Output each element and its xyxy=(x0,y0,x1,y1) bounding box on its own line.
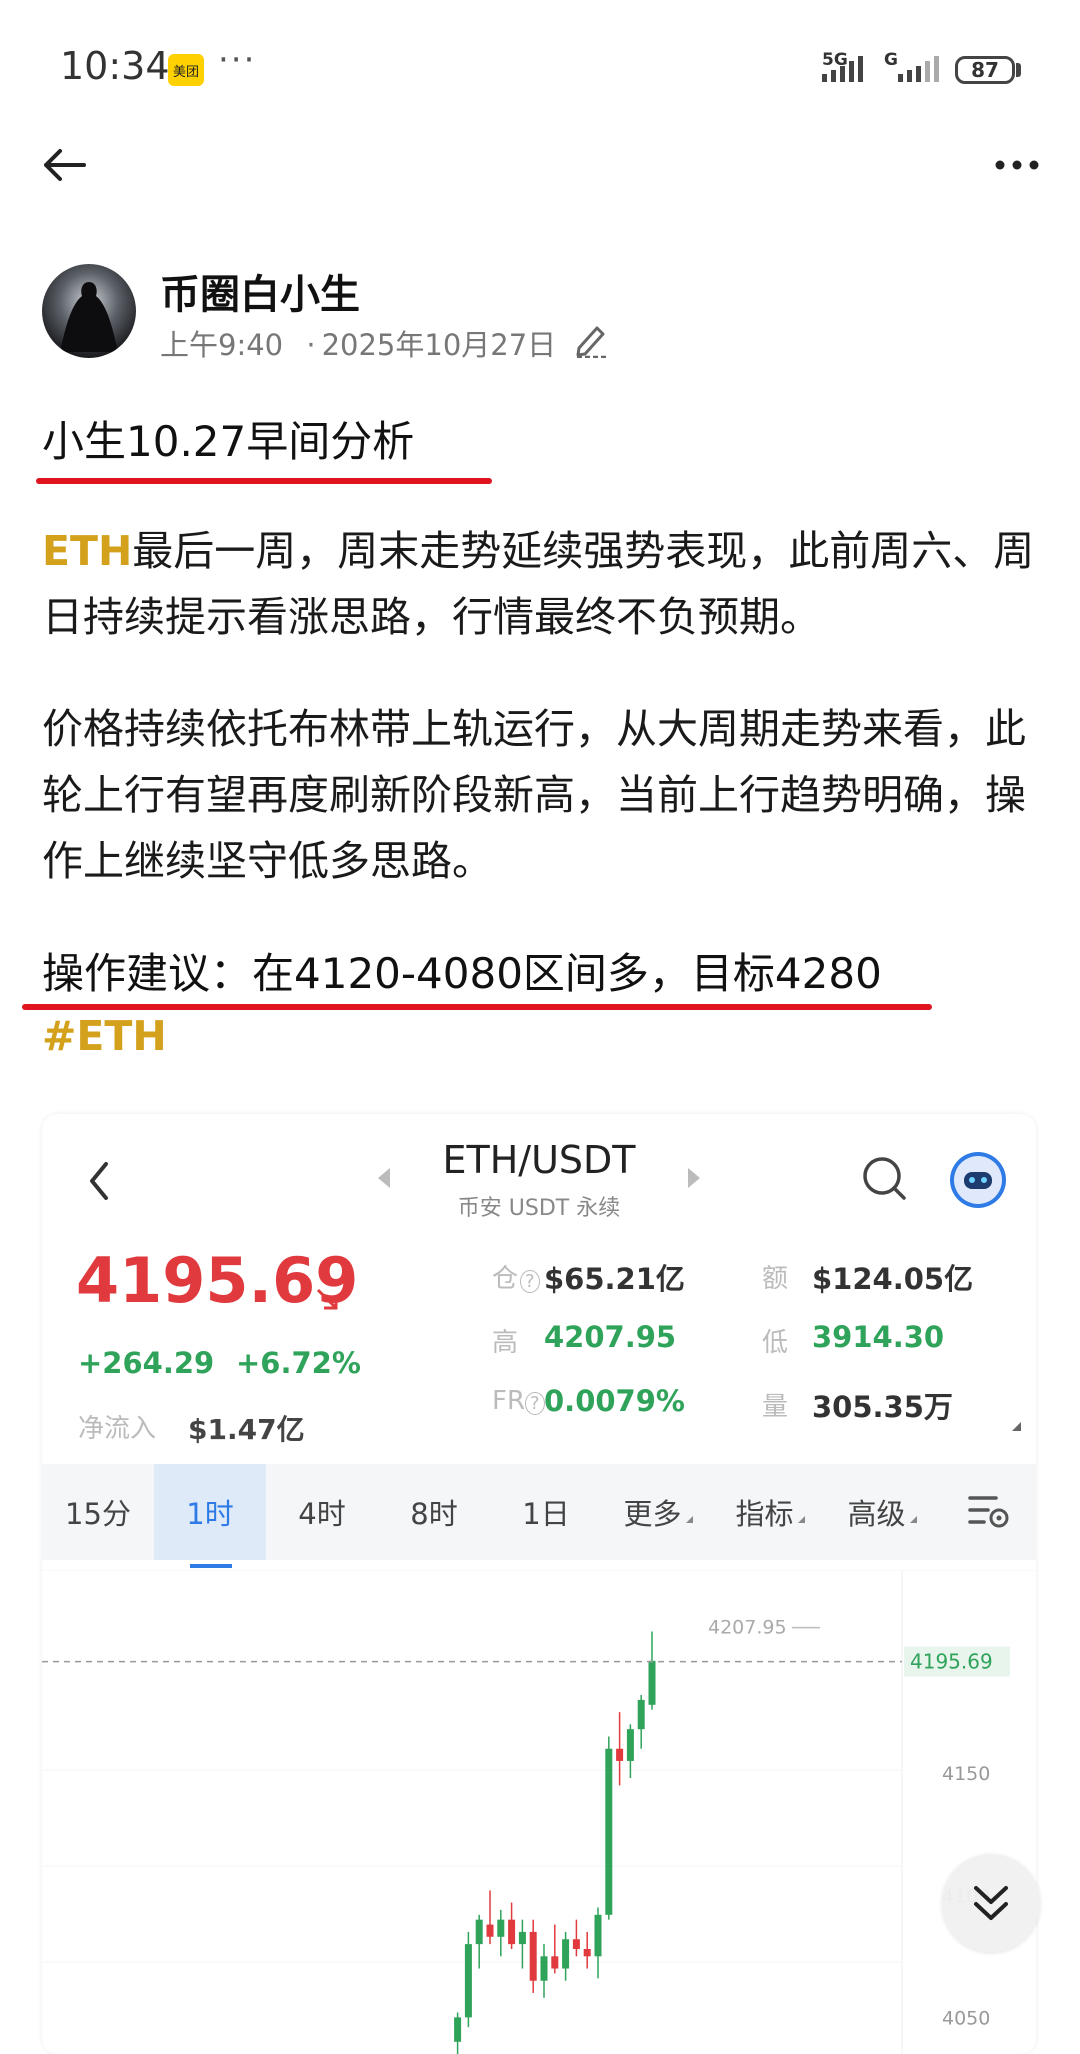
candle xyxy=(594,1914,602,1957)
tab-1d[interactable]: 1日 xyxy=(490,1464,602,1560)
tab-8h[interactable]: 8时 xyxy=(378,1464,490,1560)
tab-1h[interactable]: 1时 xyxy=(154,1464,266,1560)
author-name[interactable]: 币圈白小生 xyxy=(160,262,360,320)
post-time: 上午9:40 xyxy=(160,328,284,362)
candle xyxy=(583,1948,591,1957)
tab-indicators[interactable]: 指标 xyxy=(714,1464,826,1560)
double-chevron-down-icon xyxy=(974,1886,1008,1920)
next-pair-icon xyxy=(688,1168,700,1188)
scroll-down-button[interactable] xyxy=(942,1854,1040,1952)
stats-expand-corner-icon xyxy=(1012,1422,1021,1431)
edit-pencil-icon[interactable] xyxy=(573,320,609,358)
meta-separator: · xyxy=(306,328,316,362)
netflow-value: $1.47亿 xyxy=(188,1413,305,1446)
last-price-label: 4195.69 xyxy=(910,1650,993,1674)
price-change-pct: +6.72% xyxy=(236,1346,361,1380)
candle xyxy=(475,1919,483,1945)
volume-value: 305.35万 xyxy=(812,1390,953,1424)
chart-screenshot-card[interactable]: ETH/USDT 币安 USDT 永续 4195.69 +264.29 +6.7… xyxy=(42,1114,1036,2054)
fr-value: 0.0079% xyxy=(544,1384,685,1418)
oi-value: $65.21亿 xyxy=(544,1262,685,1296)
candle xyxy=(551,1956,559,1969)
low-label: 低 xyxy=(762,1328,789,1358)
paragraph-1-text: 最后一周，周末走势延续强势表现，此前周六、周日持续提示看涨思路，行情最终不负预期… xyxy=(42,527,1035,641)
avatar-figure-icon xyxy=(60,282,118,352)
candle xyxy=(616,1748,624,1761)
high-marker-label: 4207.95 xyxy=(708,1617,787,1639)
status-more-dots: ··· xyxy=(218,40,257,80)
advice-red-underline xyxy=(22,1004,932,1010)
dropdown-corner-icon xyxy=(797,1515,805,1523)
candle xyxy=(486,1924,494,1937)
candle xyxy=(626,1729,634,1761)
tab-4h[interactable]: 4时 xyxy=(266,1464,378,1560)
candles xyxy=(454,1631,656,2054)
price-change-abs: +264.29 xyxy=(78,1346,215,1380)
y-tick-4050: 4050 xyxy=(942,2007,990,2029)
turnover-label: 额 xyxy=(762,1264,789,1294)
tab-advanced[interactable]: 高级 xyxy=(826,1464,938,1560)
volume-label: 量 xyxy=(762,1392,789,1422)
paragraph-1: ETH最后一周，周末走势延续强势表现，此前周六、周日持续提示看涨思路，行情最终不… xyxy=(42,518,1042,650)
network-g-label: G xyxy=(884,50,898,70)
status-time: 10:34 xyxy=(60,44,170,88)
high-value: 4207.95 xyxy=(544,1320,677,1354)
candle xyxy=(497,1919,505,1937)
post-date: 2025年10月27日 xyxy=(321,328,557,362)
battery-icon: 87 xyxy=(955,56,1015,84)
candle xyxy=(540,1956,548,1981)
signal-icon-2 xyxy=(898,52,939,82)
trade-advice: 操作建议：在4120-4080区间多，目标4280 xyxy=(42,949,882,998)
avatar[interactable] xyxy=(42,264,136,358)
dropdown-corner-icon xyxy=(685,1515,693,1523)
post-title: 小生10.27早间分析 xyxy=(42,417,415,466)
netflow-label: 净流入 xyxy=(78,1414,157,1444)
fr-label: FR? xyxy=(492,1386,545,1416)
paragraph-2: 价格持续依托布林带上轨运行，从大周期走势来看，此轮上行有望再度刷新阶段新高，当前… xyxy=(42,705,1026,885)
candle xyxy=(562,1939,570,1969)
low-value: 3914.30 xyxy=(812,1320,945,1354)
candle xyxy=(637,1699,645,1730)
more-horizontal-icon[interactable] xyxy=(992,150,1042,180)
eth-highlight: ETH xyxy=(42,527,133,575)
candle xyxy=(464,1944,472,2018)
signal-icon-1 xyxy=(822,52,863,82)
down-right-arrow-icon xyxy=(316,1288,338,1310)
candle xyxy=(454,2017,462,2042)
battery-tip xyxy=(1016,63,1021,77)
search-icon xyxy=(863,1157,906,1200)
candle xyxy=(605,1748,613,1915)
post-meta: 上午9:40 · 2025年10月27日 xyxy=(160,322,556,364)
turnover-value: $124.05亿 xyxy=(812,1262,974,1296)
high-label: 高 xyxy=(492,1328,519,1358)
robot-assistant-icon xyxy=(950,1152,1006,1208)
candle xyxy=(572,1939,580,1949)
candle xyxy=(529,1931,537,1981)
candle xyxy=(518,1931,526,1945)
y-tick-4150: 4150 xyxy=(942,1763,990,1785)
active-tab-indicator xyxy=(190,1564,232,1568)
chart-settings-icon[interactable] xyxy=(966,1488,1012,1534)
tab-15m[interactable]: 15分 xyxy=(42,1464,154,1560)
candlestick-chart[interactable]: 4195.69 4150 4100 4050 4207.95 xyxy=(42,1570,1036,2054)
timeframe-bar: 15分 1时 4时 8时 1日 更多 指标 高级 xyxy=(42,1464,1036,1560)
oi-label: 仓? xyxy=(492,1258,540,1295)
hashtag-eth[interactable]: #ETH xyxy=(42,1012,167,1060)
candle xyxy=(648,1660,656,1705)
tab-more[interactable]: 更多 xyxy=(602,1464,714,1560)
meituan-app-icon: 美团 xyxy=(168,54,204,86)
back-arrow-icon[interactable] xyxy=(40,140,90,190)
dropdown-corner-icon xyxy=(909,1515,917,1523)
candle xyxy=(508,1919,516,1945)
title-red-underline xyxy=(36,478,492,484)
